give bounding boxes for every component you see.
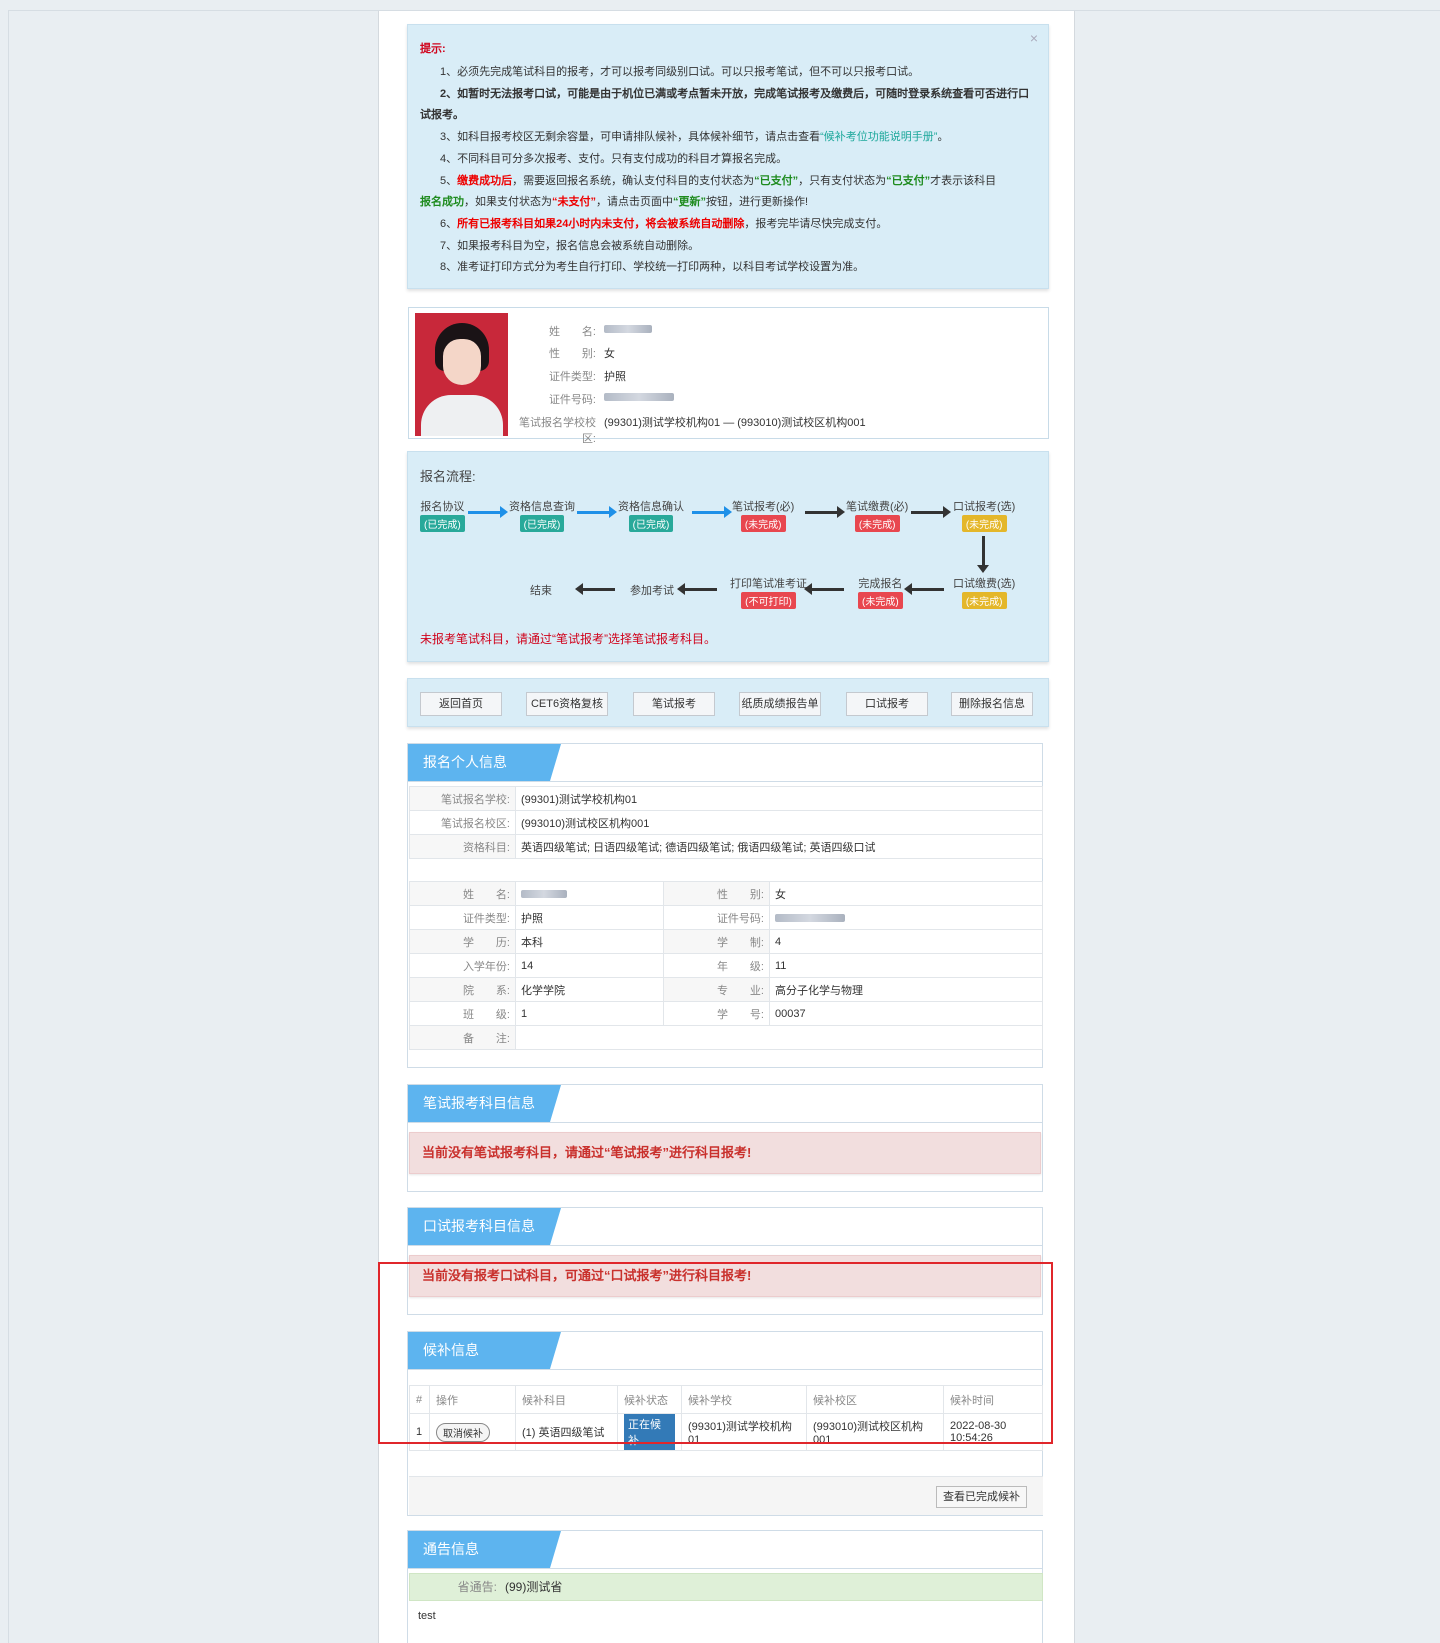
flow-title: 报名流程: — [420, 469, 476, 484]
profile-name: 姓 名: — [509, 323, 652, 339]
profile-idtype: 证件类型: 护照 — [548, 371, 626, 383]
arrow-icon — [577, 506, 617, 518]
step-take-exam: 参加考试 — [630, 585, 674, 597]
flow-warning: 未报考笔试科目，请通过“笔试报考”选择笔试报考科目。 — [420, 632, 716, 646]
step-confirm: 资格信息确认 (已完成) — [618, 501, 684, 532]
paper-report-button[interactable]: 纸质成绩报告单 — [739, 692, 821, 716]
cet6-review-button[interactable]: CET6资格复核 — [526, 692, 608, 716]
highlight-box — [378, 1262, 1053, 1444]
profile-gender: 性 别: 女 — [548, 348, 615, 360]
personal-info-title: 报名个人信息 — [408, 744, 561, 781]
personal-info-panel: 报名个人信息 笔试报名学校: (99301)测试学校机构01 笔试报名校区: (99… — [407, 743, 1043, 1068]
province-notice: 省通告: (99)测试省 — [409, 1573, 1043, 1601]
main-page: × 提示: 1、必须先完成笔试科目的报考，才可以报考同级别口试。可以只报考笔试，… — [378, 11, 1075, 1643]
oral-apply-button[interactable]: 口试报考 — [846, 692, 928, 716]
profile-idno: 证件号码: — [509, 391, 674, 407]
profile-school: 笔试报名学校校区: (99301)测试学校机构01 — (993010)测试校区机… — [519, 417, 866, 445]
tip-2: 2、如暂时无法报考口试，可能是由于机位已满或考点暂未开放，完成笔试报考及缴费后，… — [440, 87, 1030, 100]
personal-table-detail: 姓 名: 性 别: 女 证件类型: 护照 证件号码: 学 历: 本科学 制: 4 入学年份:… — [409, 881, 1043, 1050]
view-completed-waitlist-button[interactable]: 查看已完成候补 — [936, 1486, 1027, 1508]
personal-table-top: 笔试报名学校: (99301)测试学校机构01 笔试报名校区: (993010)测试… — [409, 786, 1043, 859]
close-icon[interactable]: × — [1030, 30, 1038, 46]
step-written-apply: 笔试报考(必) (未完成) — [732, 501, 795, 532]
arrow-icon — [805, 506, 845, 518]
profile-card: 姓 名: 性 别: 女 证件类型: 护照 证件号码: 笔试报名学校校区: (99301… — [408, 307, 1049, 445]
tip-6: 6、所有已报考科目如果24小时内未支付，将会被系统自动删除，报考完毕请尽快完成支… — [440, 217, 888, 230]
step-complete: 完成报名 (未完成) — [858, 578, 903, 609]
arrow-icon — [692, 506, 732, 518]
step-end: 结束 — [530, 585, 552, 597]
arrow-left-icon — [904, 583, 944, 595]
tip-2-cont: 试报考。 — [420, 109, 464, 122]
arrow-left-icon — [575, 583, 615, 595]
tip-3: 3、如科目报考校区无剩余容量，可申请排队候补，具体候补细节，请点击查看“候补考位… — [440, 131, 949, 144]
step-oral-pay: 口试缴费(选) (未完成) — [953, 578, 1016, 609]
waitlist-footer: 查看已完成候补 — [409, 1476, 1043, 1515]
written-empty-alert: 当前没有笔试报考科目，请通过“笔试报考”进行科目报考! — [409, 1132, 1041, 1174]
notice-title: 通告信息 — [408, 1531, 561, 1568]
tip-8: 8、准考证打印方式分为考生自行打印、学校统一打印两种，以科目考试学校设置为准。 — [440, 261, 865, 274]
tips-panel: × 提示: 1、必须先完成笔试科目的报考，才可以报考同级别口试。可以只报考笔试，… — [407, 24, 1049, 289]
tip-5-cont: 报名成功，如果支付状态为“未支付”，请点击页面中“更新”按钮，进行更新操作! — [420, 196, 809, 209]
arrow-icon — [911, 506, 951, 518]
written-subjects-panel: 笔试报考科目信息 当前没有笔试报考科目，请通过“笔试报考”进行科目报考! — [407, 1084, 1043, 1192]
action-bar: 返回首页 CET6资格复核 笔试报考 纸质成绩报告单 口试报考 删除报名信息 — [407, 678, 1049, 727]
written-apply-button[interactable]: 笔试报考 — [633, 692, 715, 716]
arrow-down-icon — [977, 536, 989, 573]
step-agreement: 报名协议 (已完成) — [420, 501, 465, 532]
step-print-admission: 打印笔试准考证 (不可打印) — [730, 578, 807, 609]
step-oral-apply: 口试报考(选) (未完成) — [953, 501, 1016, 532]
delete-registration-button[interactable]: 删除报名信息 — [951, 692, 1033, 716]
manual-link[interactable]: “候补考位功能说明手册” — [820, 131, 937, 143]
written-subjects-title: 笔试报考科目信息 — [408, 1085, 561, 1122]
home-button[interactable]: 返回首页 — [420, 692, 502, 716]
notice-panel: 通告信息 省通告: (99)测试省 test — [407, 1530, 1043, 1643]
notice-content: test — [418, 1610, 436, 1622]
registration-flow: 报名流程: 报名协议 (已完成) 资格信息查询 (已完成) 资格信息确认 (已完成) … — [407, 451, 1049, 662]
tip-7: 7、如果报考科目为空，报名信息会被系统自动删除。 — [440, 239, 700, 252]
oral-subjects-title: 口试报考科目信息 — [408, 1208, 561, 1245]
student-photo — [415, 313, 508, 436]
arrow-left-icon — [804, 583, 844, 595]
arrow-left-icon — [677, 583, 717, 595]
tip-5: 5、缴费成功后，需要返回报名系统，确认支付科目的支付状态为“已支付”，只有支付状… — [440, 174, 997, 187]
tips-title: 提示: — [420, 43, 446, 55]
tip-4: 4、不同科目可分多次报考、支付。只有支付成功的科目才算报名完成。 — [440, 152, 788, 165]
arrow-icon — [468, 506, 508, 518]
tip-1: 1、必须先完成笔试科目的报考，才可以报考同级别口试。可以只报考笔试，但不可以只报… — [440, 66, 920, 78]
step-written-pay: 笔试缴费(必) (未完成) — [846, 501, 909, 532]
step-query: 资格信息查询 (已完成) — [509, 501, 575, 532]
